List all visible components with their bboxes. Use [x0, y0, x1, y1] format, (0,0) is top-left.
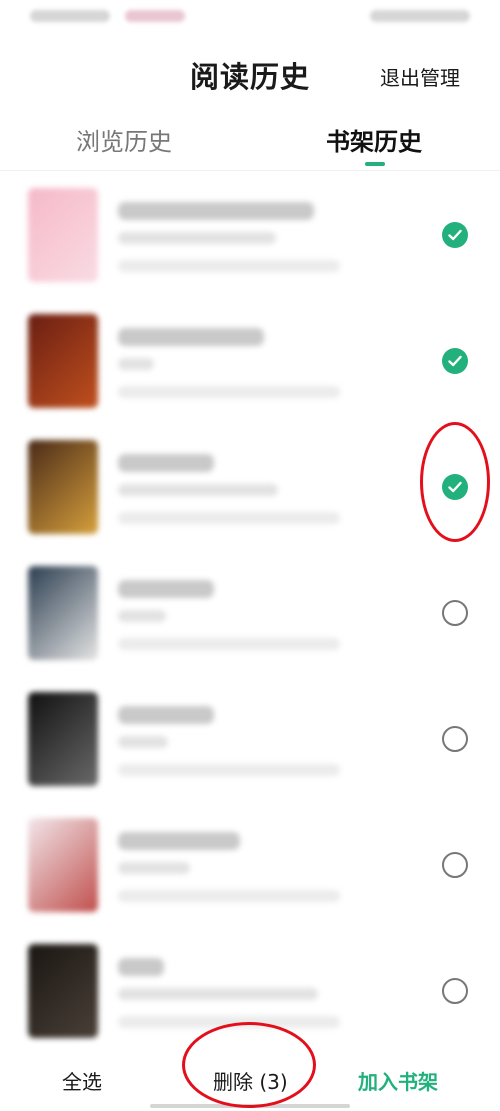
- book-title-blurred: [118, 706, 214, 724]
- book-progress-blurred: [118, 1016, 340, 1028]
- active-tab-indicator: [365, 162, 385, 166]
- book-row[interactable]: [0, 810, 500, 934]
- book-cover: [28, 188, 98, 282]
- tab-shelf-history[interactable]: 书架历史: [326, 122, 422, 157]
- book-cover: [28, 818, 98, 912]
- checkmark-icon: [448, 229, 462, 241]
- tab-browse-history[interactable]: 浏览历史: [76, 122, 172, 157]
- book-progress-blurred: [118, 260, 340, 272]
- book-cover: [28, 440, 98, 534]
- status-time: [30, 10, 110, 22]
- book-author-blurred: [118, 232, 276, 244]
- book-row[interactable]: [0, 432, 500, 556]
- book-progress-blurred: [118, 386, 340, 398]
- book-title-blurred: [118, 580, 214, 598]
- select-checkbox[interactable]: [442, 600, 468, 626]
- book-progress-blurred: [118, 512, 340, 524]
- tabs-divider: [0, 170, 500, 171]
- add-to-shelf-button[interactable]: 加入书架: [358, 1066, 438, 1095]
- book-progress-blurred: [118, 890, 340, 902]
- select-checkbox[interactable]: [442, 726, 468, 752]
- book-author-blurred: [118, 484, 278, 496]
- book-title-blurred: [118, 202, 314, 220]
- select-checkbox[interactable]: [442, 978, 468, 1004]
- book-cover: [28, 944, 98, 1038]
- book-title-blurred: [118, 328, 264, 346]
- checkmark-icon: [448, 481, 462, 493]
- status-notification-icons: [125, 10, 185, 22]
- book-row[interactable]: [0, 936, 500, 1060]
- book-author-blurred: [118, 610, 166, 622]
- status-bar: [0, 0, 500, 36]
- book-title-blurred: [118, 832, 240, 850]
- book-row[interactable]: [0, 684, 500, 808]
- book-author-blurred: [118, 358, 154, 370]
- book-progress-blurred: [118, 638, 340, 650]
- book-cover: [28, 692, 98, 786]
- select-checkbox[interactable]: [442, 222, 468, 248]
- book-author-blurred: [118, 736, 168, 748]
- book-cover: [28, 566, 98, 660]
- delete-button[interactable]: 删除 (3): [213, 1066, 288, 1095]
- book-progress-blurred: [118, 764, 340, 776]
- book-row[interactable]: [0, 306, 500, 430]
- home-indicator: [150, 1104, 350, 1108]
- book-title-blurred: [118, 958, 164, 976]
- bottom-action-bar: 全选 删除 (3) 加入书架: [0, 1050, 500, 1111]
- status-battery-icons: [370, 10, 470, 22]
- book-row[interactable]: [0, 558, 500, 682]
- book-cover: [28, 314, 98, 408]
- book-author-blurred: [118, 988, 318, 1000]
- select-checkbox[interactable]: [442, 852, 468, 878]
- select-all-button[interactable]: 全选: [62, 1066, 102, 1095]
- book-title-blurred: [118, 454, 214, 472]
- select-checkbox[interactable]: [442, 474, 468, 500]
- checkmark-icon: [448, 355, 462, 367]
- select-checkbox[interactable]: [442, 348, 468, 374]
- book-row[interactable]: [0, 180, 500, 304]
- book-author-blurred: [118, 862, 190, 874]
- exit-manage-button[interactable]: 退出管理: [380, 62, 460, 91]
